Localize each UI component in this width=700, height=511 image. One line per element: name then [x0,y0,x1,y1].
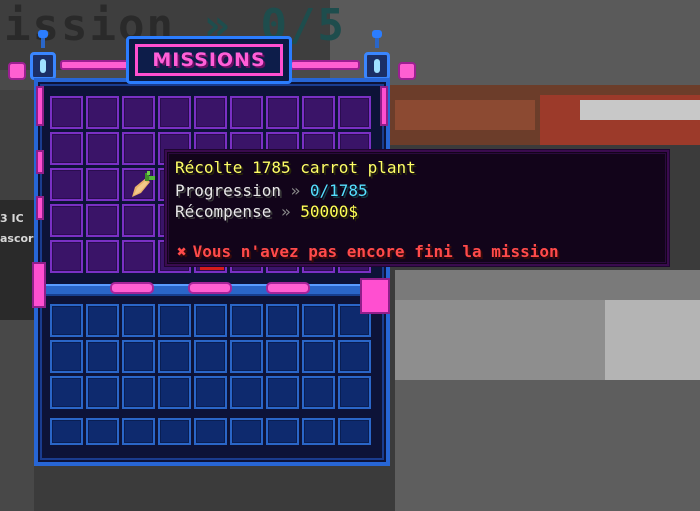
side-label-2: ascori [0,232,38,245]
mission-slot[interactable] [230,96,263,129]
left-lamp-icon [30,52,56,80]
progress-separator: » [290,181,301,200]
hotbar-slot[interactable] [122,418,155,445]
inventory-slot[interactable] [266,304,299,337]
progress-line: Progression » 0/1785 [175,181,368,200]
mission-slot[interactable] [122,132,155,165]
inventory-slot[interactable] [302,304,335,337]
reward-label: Récompense [175,202,272,221]
mission-title: Récolte 1785 carrot plant [175,158,416,177]
mission-slot[interactable] [86,96,119,129]
mission-slot[interactable] [86,132,119,165]
right-corner-bar [360,278,390,314]
reward-value: 50000$ [300,202,359,221]
inventory-slot[interactable] [302,376,335,409]
right-orb [398,62,416,80]
progress-label: Progression [175,181,281,200]
mission-slot[interactable] [86,204,119,237]
right-frame-strip [290,60,360,70]
player-inventory-grid [50,304,371,445]
divider-pill [266,282,310,294]
carrot-icon[interactable] [128,170,158,200]
inventory-slot[interactable] [194,340,227,373]
inventory-slot[interactable] [230,376,263,409]
missions-title-plate: MISSIONS [126,36,292,84]
mission-tooltip: Récolte 1785 carrot plant Progression » … [164,149,670,267]
right-antenna [375,38,379,48]
mission-slot[interactable] [122,204,155,237]
left-side-bar [36,86,44,126]
mission-slot[interactable] [338,96,371,129]
inventory-slot[interactable] [50,376,83,409]
inventory-slot[interactable] [50,340,83,373]
inventory-slot[interactable] [194,304,227,337]
mission-slot[interactable] [50,204,83,237]
cross-icon: ✖ [177,242,187,261]
hotbar-slot[interactable] [50,418,83,445]
mission-slot[interactable] [122,240,155,273]
left-frame-strip [60,60,130,70]
inventory-slot[interactable] [302,340,335,373]
inventory-slot[interactable] [194,376,227,409]
right-lamp-icon [364,52,390,80]
inventory-slot[interactable] [158,376,191,409]
hotbar-slot[interactable] [266,418,299,445]
mission-slot[interactable] [302,96,335,129]
inventory-slot[interactable] [230,304,263,337]
inventory-slot[interactable] [230,340,263,373]
left-side-bar [36,196,44,220]
mission-slot[interactable] [50,96,83,129]
hotbar-slot[interactable] [194,418,227,445]
mission-slot[interactable] [158,96,191,129]
inventory-slot[interactable] [122,340,155,373]
inventory-slot[interactable] [122,304,155,337]
mission-slot[interactable] [50,240,83,273]
inventory-slot[interactable] [86,304,119,337]
inventory-slot[interactable] [158,304,191,337]
reward-separator: » [280,202,291,221]
inventory-slot[interactable] [86,376,119,409]
hotbar-slot[interactable] [338,418,371,445]
hotbar-slot[interactable] [230,418,263,445]
left-side-bar [36,150,44,174]
missions-panel [34,78,390,466]
left-corner-bar [32,262,46,308]
divider-pill [110,282,154,294]
inventory-slot[interactable] [86,340,119,373]
inventory-slot[interactable] [338,376,371,409]
mission-slot[interactable] [50,132,83,165]
hotbar-slot[interactable] [302,418,335,445]
inventory-slot[interactable] [122,376,155,409]
page-title: MISSIONS [152,49,266,71]
divider-pill [188,282,232,294]
progress-value: 0/1785 [309,181,368,200]
mission-slot[interactable] [86,240,119,273]
left-antenna-tip [38,30,48,38]
inventory-slot[interactable] [158,340,191,373]
mission-status: ✖ Vous n'avez pas encore fini la mission [177,242,559,261]
mission-slot[interactable] [50,168,83,201]
hotbar-slot[interactable] [158,418,191,445]
status-text: Vous n'avez pas encore fini la mission [192,242,559,261]
inventory-slot[interactable] [266,376,299,409]
right-antenna-tip [372,30,382,38]
hotbar-slot[interactable] [86,418,119,445]
mission-slot[interactable] [194,96,227,129]
inventory-slot[interactable] [338,340,371,373]
reward-line: Récompense » 50000$ [175,202,358,221]
left-orb [8,62,26,80]
mission-slot[interactable] [266,96,299,129]
inventory-slot[interactable] [266,340,299,373]
inventory-slot[interactable] [50,304,83,337]
left-antenna [41,38,45,48]
mission-slot[interactable] [86,168,119,201]
side-label-1: 3 IC [0,212,24,225]
mission-slot[interactable] [122,96,155,129]
right-side-bar [380,86,388,126]
